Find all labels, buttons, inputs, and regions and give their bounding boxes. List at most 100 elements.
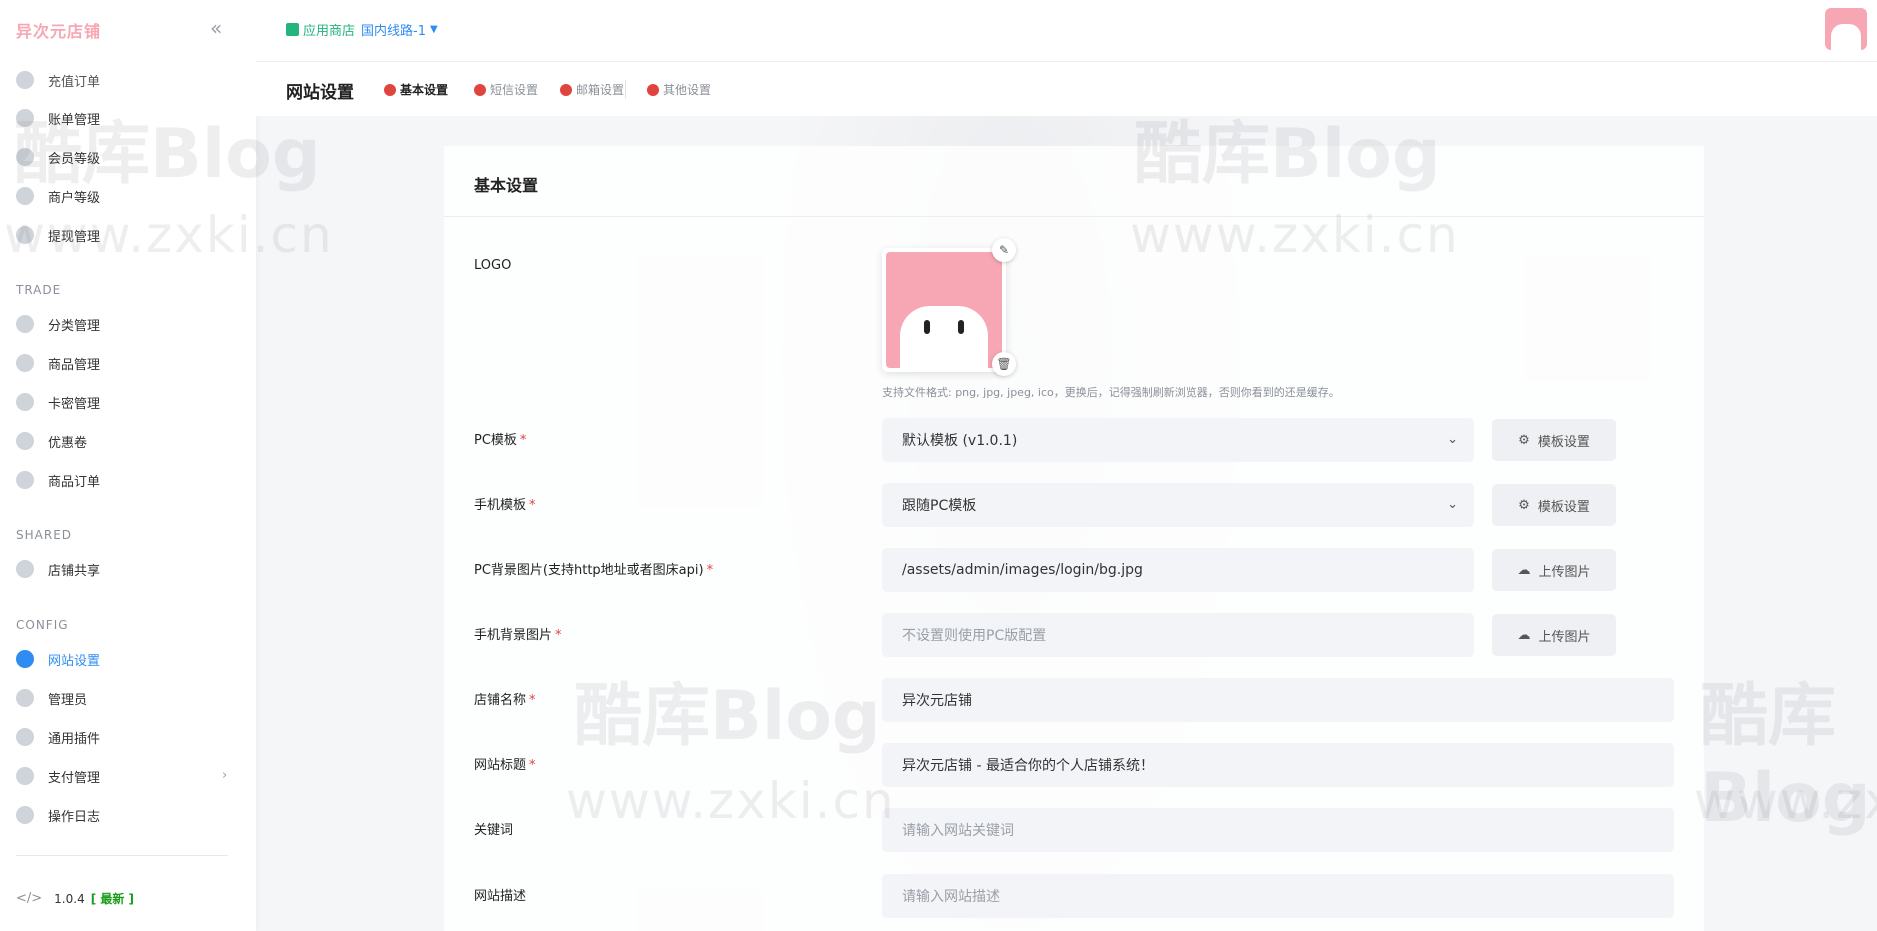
sidebar-item-admins[interactable]: 管理员 <box>16 686 87 710</box>
sidebar-item-label: 店铺共享 <box>48 563 101 579</box>
tab-basic-settings[interactable]: 基本设置 <box>384 81 448 98</box>
required-marker: * <box>529 498 536 513</box>
pc-background-label: PC背景图片(支持http地址或者图床api) * <box>474 559 713 578</box>
pc-background-upload-button[interactable]: ☁ 上传图片 <box>1492 549 1616 591</box>
chevron-right-icon[interactable]: › <box>222 768 227 783</box>
pc-template-settings-button[interactable]: ⚙ 模板设置 <box>1492 419 1616 461</box>
delete-logo-icon[interactable]: 🗑 <box>992 352 1016 376</box>
site-title-label: 网站标题 * <box>474 754 536 773</box>
mobile-background-input[interactable]: 不设置则使用PC版配置 <box>882 613 1474 657</box>
sidebar-item-label: 优惠卷 <box>48 435 88 451</box>
watermark-title: 酷库Blog <box>574 677 881 756</box>
select-value: 默认模板 (v1.0.1) <box>902 433 1018 449</box>
tab-email-settings[interactable]: 邮箱设置 <box>560 81 624 98</box>
sidebar-item-label: 网站设置 <box>48 653 101 669</box>
logo-face <box>900 306 988 368</box>
sidebar-item-label: 管理员 <box>48 692 88 708</box>
watermark-url: www.zxki.cn <box>1130 206 1460 264</box>
watermark-title: 酷库Blog <box>14 115 321 194</box>
sidebar-item-label: 操作日志 <box>48 809 101 825</box>
log-icon <box>16 806 34 824</box>
store-icon <box>286 23 299 36</box>
chevron-down-icon: ⌄ <box>1447 432 1458 447</box>
mobile-background-upload-button[interactable]: ☁ 上传图片 <box>1492 614 1616 656</box>
keywords-label: 关键词 <box>474 823 514 838</box>
sidebar-item-label: 商品管理 <box>48 357 101 373</box>
sidebar-item-plugins[interactable]: 通用插件 <box>16 725 100 749</box>
payment-icon <box>16 767 34 785</box>
category-icon <box>16 315 34 333</box>
tab-other-settings[interactable]: 其他设置 <box>647 81 711 98</box>
sidebar-item-operation-log[interactable]: 操作日志 <box>16 803 100 827</box>
description-input[interactable]: 请输入网站描述 <box>882 874 1674 918</box>
wallet-icon <box>16 71 34 89</box>
user-avatar[interactable] <box>1825 8 1867 50</box>
section-config-title: CONFIG <box>16 618 69 632</box>
button-label: 模板设置 <box>1537 499 1590 515</box>
sidebar-item-card-keys[interactable]: 卡密管理 <box>16 390 100 414</box>
tab-other-icon <box>647 83 659 96</box>
required-marker: * <box>706 563 714 578</box>
input-value: 异次元店铺 - 最适合你的个人店铺系统！ <box>902 758 1154 774</box>
brand-logo-text[interactable]: 异次元店铺 <box>16 18 101 42</box>
label-text: 手机背景图片 <box>474 628 553 643</box>
sidebar-item-label: 卡密管理 <box>48 396 101 412</box>
button-label: 上传图片 <box>1538 629 1591 645</box>
required-marker: * <box>529 758 536 773</box>
share-icon <box>16 560 34 578</box>
select-value: 跟随PC模板 <box>902 498 977 514</box>
watermark-url: www.zxki.cn <box>1694 772 1877 830</box>
sidebar-item-payments[interactable]: 支付管理 <box>16 764 100 788</box>
topbar: 应用商店 国内线路-1 ▼ <box>256 0 1877 62</box>
app-store-selector[interactable]: 应用商店 国内线路-1 ▼ <box>286 20 438 39</box>
label-text: 手机模板 <box>474 498 527 513</box>
line-selector-label: 国内线路-1 <box>361 24 426 39</box>
chevron-down-icon: ▼ <box>429 24 438 35</box>
button-label: 上传图片 <box>1538 564 1591 580</box>
sidebar-item-products[interactable]: 商品管理 <box>16 351 100 375</box>
card-title: 基本设置 <box>474 176 539 195</box>
tab-sms-settings[interactable]: 短信设置 <box>474 81 538 98</box>
edit-logo-icon[interactable]: ✎ <box>992 238 1016 262</box>
label-text: 店铺名称 <box>474 693 527 708</box>
site-title-input[interactable]: 异次元店铺 - 最适合你的个人店铺系统！ <box>882 743 1674 787</box>
input-placeholder: 请输入网站关键词 <box>902 823 1014 839</box>
collapse-sidebar-icon[interactable]: « <box>210 16 222 40</box>
logo-eye-right <box>958 320 964 334</box>
input-value: /assets/admin/images/login/bg.jpg <box>902 562 1143 578</box>
plugin-icon <box>16 728 34 746</box>
settings-tabs-bar: 网站设置 基本设置 短信设置 邮箱设置 其他设置 <box>256 62 1877 116</box>
code-icon: </> <box>16 891 43 906</box>
sidebar-item-label: 分类管理 <box>48 318 101 334</box>
order-icon <box>16 471 34 489</box>
sidebar-item-coupons[interactable]: 优惠卷 <box>16 429 87 453</box>
sidebar-item-recharge-orders[interactable]: 充值订单 <box>16 68 100 92</box>
logo-upload[interactable]: ✎ 🗑 <box>882 238 1016 376</box>
keywords-input[interactable]: 请输入网站关键词 <box>882 808 1674 852</box>
avatar-face <box>1831 24 1861 50</box>
cloud-upload-icon: ☁ <box>1517 562 1531 578</box>
shop-name-label: 店铺名称 * <box>474 689 536 708</box>
logo-eye-left <box>924 320 930 334</box>
sidebar-item-label: 支付管理 <box>48 770 101 786</box>
sidebar-item-store-sharing[interactable]: 店铺共享 <box>16 557 100 581</box>
sidebar-item-categories[interactable]: 分类管理 <box>16 312 100 336</box>
logo-format-hint: 支持文件格式: png, jpg, jpeg, ico，更换后，记得强制刷新浏览… <box>882 386 1340 399</box>
mobile-template-select[interactable]: 跟随PC模板 ⌄ <box>882 483 1474 527</box>
tab-sms-icon <box>474 83 486 96</box>
section-shared-title: SHARED <box>16 528 73 542</box>
shop-name-input[interactable]: 异次元店铺 <box>882 678 1674 722</box>
label-text: PC背景图片(支持http地址或者图床api) <box>474 563 704 578</box>
sidebar-item-site-settings[interactable]: 网站设置 <box>16 647 100 671</box>
section-trade-title: TRADE <box>16 283 62 297</box>
pc-background-input[interactable]: /assets/admin/images/login/bg.jpg <box>882 548 1474 592</box>
required-marker: * <box>555 628 562 643</box>
sidebar-item-product-orders[interactable]: 商品订单 <box>16 468 100 492</box>
pc-template-select[interactable]: 默认模板 (v1.0.1) ⌄ <box>882 418 1474 462</box>
input-value: 异次元店铺 <box>902 693 972 709</box>
button-label: 模板设置 <box>1537 434 1590 450</box>
mobile-template-settings-button[interactable]: ⚙ 模板设置 <box>1492 484 1616 526</box>
sidebar-divider <box>16 855 228 856</box>
app-store-label: 应用商店 <box>303 24 356 39</box>
tab-basic-icon <box>384 83 396 96</box>
